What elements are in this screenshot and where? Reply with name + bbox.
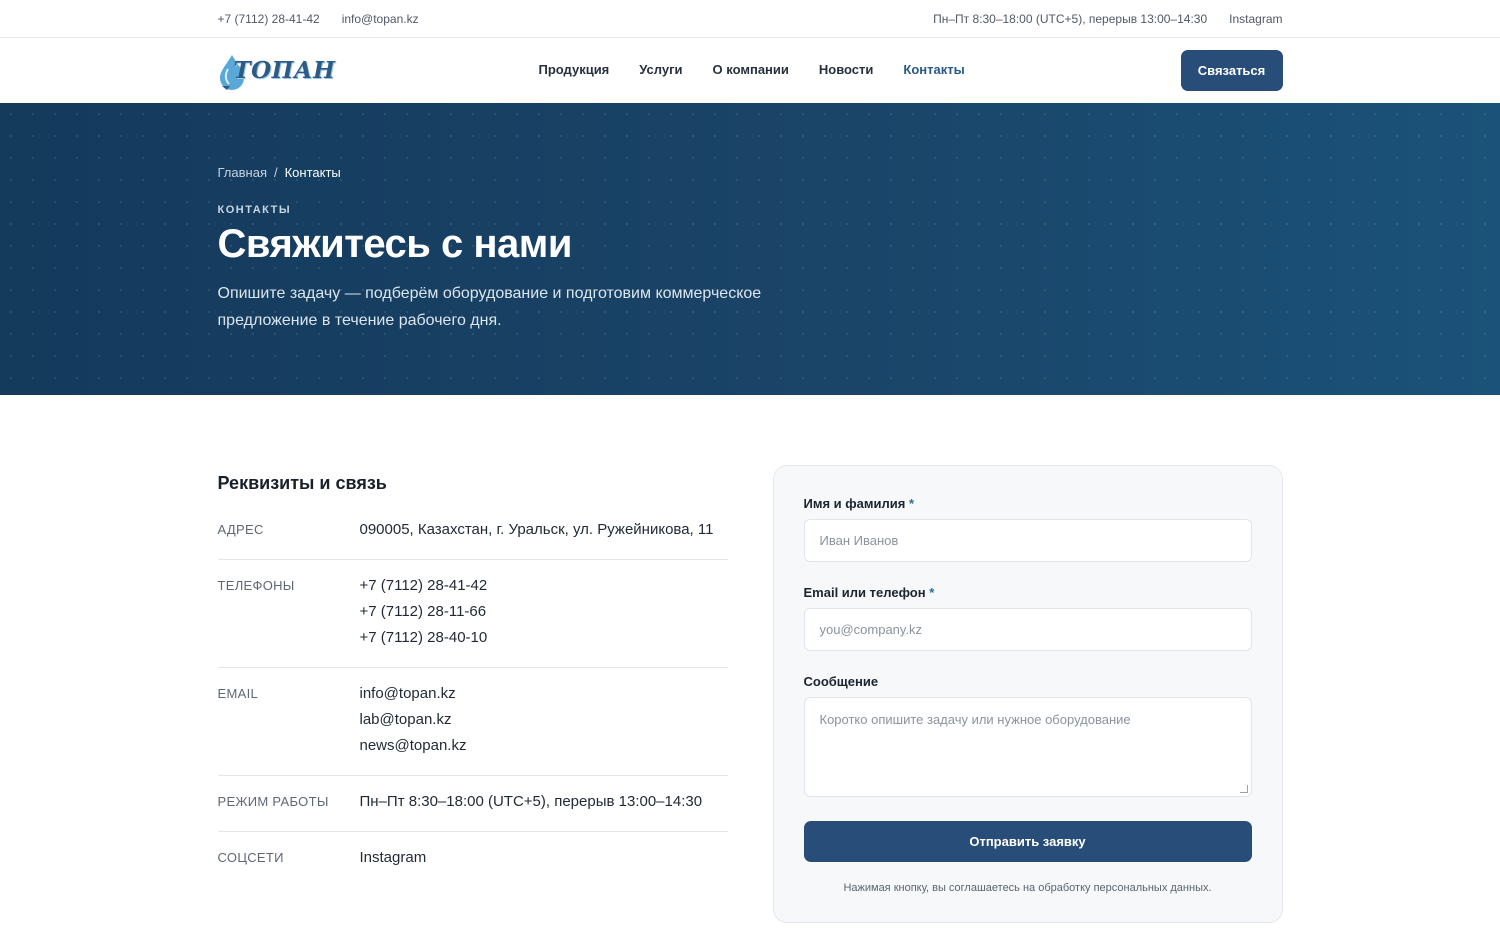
contact-us-button[interactable]: Связаться [1180, 50, 1283, 91]
nav-item-contacts[interactable]: Контакты [903, 62, 964, 77]
contact-form: Имя и фамилия * Иван Иванов Email или те… [772, 465, 1283, 923]
email-label: Email [217, 686, 259, 701]
main-nav: Продукция Услуги О компании Новости Конт… [539, 62, 965, 77]
phones-label: Телефоны [217, 578, 295, 593]
contact-input[interactable]: you@company.kz [803, 608, 1252, 651]
breadcrumb-current: Контакты [284, 165, 341, 180]
topbar-phone-link[interactable]: +7 (7112) 28-41-42 [218, 12, 320, 26]
message-field-label: Сообщение [803, 674, 879, 689]
hero-banner: Главная / Контакты КОНТАКТЫ Свяжитесь с … [0, 103, 1500, 395]
instagram-link[interactable]: Instagram [360, 845, 427, 871]
hours-label: Режим работы [217, 794, 329, 809]
submit-request-button[interactable]: Отправить заявку [803, 821, 1252, 862]
topbar-instagram-link[interactable]: Instagram [1229, 12, 1282, 26]
social-label: Соцсети [217, 850, 284, 865]
requisites-section: Реквизиты и связь Адрес 090005, Казахста… [217, 471, 728, 923]
page-title: Свяжитесь с нами [217, 222, 573, 266]
phone-link-3[interactable]: +7 (7112) 28-40-10 [360, 625, 488, 651]
topbar-hours: Пн–Пт 8:30–18:00 (UTC+5), перерыв 13:00–… [933, 12, 1208, 26]
phones-row: Телефоны +7 (7112) 28-41-42 +7 (7112) 28… [217, 560, 728, 668]
email-link-news[interactable]: news@topan.kz [360, 733, 467, 759]
top-bar: +7 (7112) 28-41-42 info@topan.kz Пн–Пт 8… [0, 0, 1500, 38]
hours-row: Режим работы Пн–Пт 8:30–18:00 (UTC+5), п… [217, 776, 728, 832]
message-placeholder: Коротко опишите задачу или нужное оборуд… [819, 712, 1131, 727]
email-link-info[interactable]: info@topan.kz [360, 681, 467, 707]
phone-link-2[interactable]: +7 (7112) 28-11-66 [360, 599, 488, 625]
resize-handle-icon[interactable] [1239, 785, 1248, 793]
email-row: Email info@topan.kz lab@topan.kz news@to… [217, 668, 728, 776]
nav-item-about[interactable]: О компании [713, 62, 789, 77]
address-value: 090005, Казахстан, г. Уральск, ул. Ружей… [359, 521, 714, 538]
breadcrumb-home-link[interactable]: Главная [218, 165, 267, 180]
name-input[interactable]: Иван Иванов [803, 519, 1252, 562]
requisites-title: Реквизиты и связь [217, 473, 387, 493]
site-logo[interactable]: ТОПАН [218, 51, 335, 91]
site-header: ТОПАН Продукция Услуги О компании Новост… [0, 38, 1500, 103]
nav-item-services[interactable]: Услуги [639, 62, 682, 77]
social-row: Соцсети Instagram [218, 832, 728, 887]
name-field-label: Имя и фамилия * [803, 496, 915, 511]
hours-value: Пн–Пт 8:30–18:00 (UTC+5), перерыв 13:00–… [359, 793, 703, 810]
email-link-lab[interactable]: lab@topan.kz [360, 707, 467, 733]
nav-item-products[interactable]: Продукция [539, 62, 610, 77]
logo-wordmark: ТОПАН [233, 56, 336, 84]
address-label: Адрес [217, 522, 264, 537]
hero-subtitle: Опишите задачу — подберём оборудование и… [217, 285, 762, 329]
breadcrumb: Главная / Контакты [218, 165, 1283, 180]
nav-item-news[interactable]: Новости [819, 62, 874, 77]
topbar-email-link[interactable]: info@topan.kz [342, 12, 419, 26]
hero-eyebrow: КОНТАКТЫ [217, 204, 292, 216]
contacts-main: Реквизиты и связь Адрес 090005, Казахста… [217, 395, 1283, 923]
phone-link-1[interactable]: +7 (7112) 28-41-42 [360, 573, 488, 599]
address-row: Адрес 090005, Казахстан, г. Уральск, ул.… [217, 504, 728, 560]
breadcrumb-separator: / [273, 165, 278, 180]
contact-field-label: Email или телефон * [803, 585, 935, 600]
consent-note: Нажимая кнопку, вы соглашаетесь на обраб… [843, 882, 1212, 894]
message-textarea[interactable]: Коротко опишите задачу или нужное оборуд… [803, 697, 1252, 797]
